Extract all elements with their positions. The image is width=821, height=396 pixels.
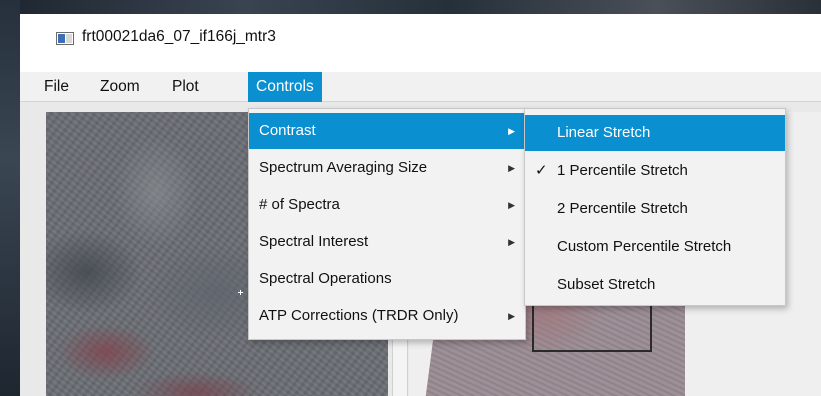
menu-item-label: ATP Corrections (TRDR Only) (259, 307, 459, 324)
menu-file[interactable]: File (44, 72, 69, 102)
menu-zoom[interactable]: Zoom (100, 72, 140, 102)
submenu-item-label: 1 Percentile Stretch (557, 162, 688, 179)
app-window-icon (56, 32, 74, 45)
desktop-background-top (0, 0, 821, 14)
chevron-right-icon: ▶ (508, 126, 515, 136)
crosshair-icon (238, 290, 243, 295)
menu-bar: File Zoom Plot Controls (20, 72, 821, 102)
menu-item-spectrum-averaging-size[interactable]: Spectrum Averaging Size ▶ (249, 150, 525, 186)
menu-item-spectral-operations[interactable]: Spectral Operations (249, 261, 525, 297)
submenu-item-2-percentile-stretch[interactable]: 2 Percentile Stretch (525, 191, 785, 227)
controls-menu: Contrast ▶ Spectrum Averaging Size ▶ # o… (248, 108, 526, 340)
menu-item-spectral-interest[interactable]: Spectral Interest ▶ (249, 224, 525, 260)
submenu-item-label: Linear Stretch (557, 124, 651, 141)
menu-plot[interactable]: Plot (172, 72, 199, 102)
window-title: frt00021da6_07_if166j_mtr3 (82, 28, 276, 45)
menu-item-label: Spectrum Averaging Size (259, 159, 428, 176)
menu-item-atp-corrections[interactable]: ATP Corrections (TRDR Only) ▶ (249, 298, 525, 334)
menu-item-label: Spectral Interest (259, 233, 369, 250)
menu-item-label: Spectral Operations (259, 270, 392, 287)
chevron-right-icon: ▶ (508, 200, 515, 210)
chevron-right-icon: ▶ (508, 311, 515, 321)
checkmark-icon: ✓ (535, 162, 548, 179)
chevron-right-icon: ▶ (508, 163, 515, 173)
menu-item-label: Contrast (259, 122, 316, 139)
menu-item-num-spectra[interactable]: # of Spectra ▶ (249, 187, 525, 223)
submenu-item-custom-percentile-stretch[interactable]: Custom Percentile Stretch (525, 229, 785, 265)
menu-item-contrast[interactable]: Contrast ▶ (249, 113, 525, 149)
menu-controls[interactable]: Controls (248, 72, 322, 102)
submenu-item-linear-stretch[interactable]: Linear Stretch (525, 115, 785, 151)
submenu-item-subset-stretch[interactable]: Subset Stretch (525, 267, 785, 303)
contrast-submenu: Linear Stretch ✓ 1 Percentile Stretch 2 … (524, 108, 786, 306)
submenu-item-label: 2 Percentile Stretch (557, 200, 688, 217)
desktop-background-left (0, 0, 20, 396)
menu-item-label: # of Spectra (259, 196, 340, 213)
submenu-item-label: Custom Percentile Stretch (557, 238, 732, 255)
title-bar: frt00021da6_07_if166j_mtr3 (20, 14, 821, 58)
chevron-right-icon: ▶ (508, 237, 515, 247)
submenu-item-1-percentile-stretch[interactable]: ✓ 1 Percentile Stretch (525, 153, 785, 189)
submenu-item-label: Subset Stretch (557, 276, 656, 293)
